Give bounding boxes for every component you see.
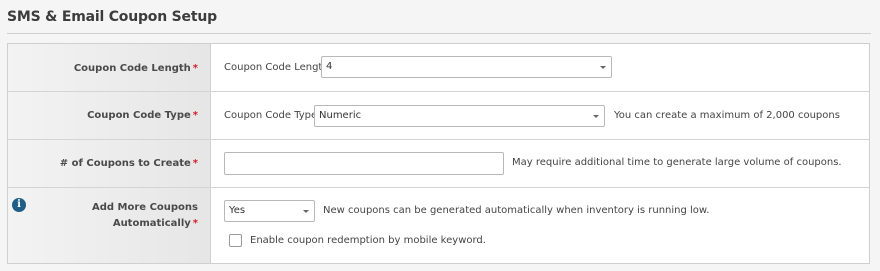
chevron-down-icon [303,210,309,213]
title-divider [7,33,871,34]
label-cell: # of Coupons to Create * [8,140,211,187]
select-value: Numeric [319,110,362,121]
row-add-more-coupons: i Add More Coupons Automatically * Yes Ne… [8,188,869,263]
label-cell: i Add More Coupons Automatically * [8,188,211,263]
field-label: Coupon Code Type * [87,108,198,124]
select-value: 4 [326,61,333,72]
required-marker: * [192,218,198,229]
large-volume-hint: May require additional time to generate … [512,157,842,168]
coupon-code-length-select[interactable]: 4 [321,56,612,78]
value-cell: Coupon Code Type Numeric You can create … [212,92,869,139]
value-cell: May require additional time to generate … [212,140,869,187]
coupon-code-type-inline-label: Coupon Code Type [224,110,318,121]
add-more-coupons-label-line1: Add More Coupons [92,202,198,213]
coupon-setup-form: Coupon Code Length * Coupon Code Length 4… [7,43,870,264]
info-icon[interactable]: i [12,198,26,212]
label-cell: Coupon Code Type * [8,92,211,139]
row-coupon-code-type: Coupon Code Type * Coupon Code Type Numer… [8,92,869,140]
field-label: Coupon Code Length * [74,61,198,77]
number-of-coupons-input[interactable] [224,152,504,175]
field-label: # of Coupons to Create * [60,156,198,172]
required-marker: * [192,158,198,169]
max-coupons-hint: You can create a maximum of 2,000 coupon… [614,110,840,121]
coupon-code-length-inline-label: Coupon Code Length [224,62,329,73]
coupon-code-type-select[interactable]: Numeric [314,105,605,127]
row-number-of-coupons: # of Coupons to Create * May require addi… [8,140,869,188]
page-title: SMS & Email Coupon Setup [7,9,217,25]
chevron-down-icon [593,115,599,118]
add-more-coupons-label-line2: Automatically [112,218,191,229]
coupon-code-length-label: Coupon Code Length [73,63,191,74]
value-cell: Yes New coupons can be generated automat… [212,188,869,263]
label-cell: Coupon Code Length * [8,44,211,91]
auto-generate-hint: New coupons can be generated automatical… [323,205,710,216]
coupon-code-type-label: Coupon Code Type [87,110,191,121]
required-marker: * [192,63,198,74]
field-label: Add More Coupons Automatically * [92,200,198,232]
select-value: Yes [229,205,246,216]
mobile-keyword-checkbox-label[interactable]: Enable coupon redemption by mobile keywo… [250,235,486,246]
chevron-down-icon [600,66,606,69]
add-more-coupons-select[interactable]: Yes [224,200,315,222]
mobile-keyword-checkbox[interactable] [229,234,242,247]
required-marker: * [192,110,198,121]
number-of-coupons-label: # of Coupons to Create [59,158,191,169]
row-coupon-code-length: Coupon Code Length * Coupon Code Length 4 [8,44,869,92]
value-cell: Coupon Code Length 4 [212,44,869,91]
